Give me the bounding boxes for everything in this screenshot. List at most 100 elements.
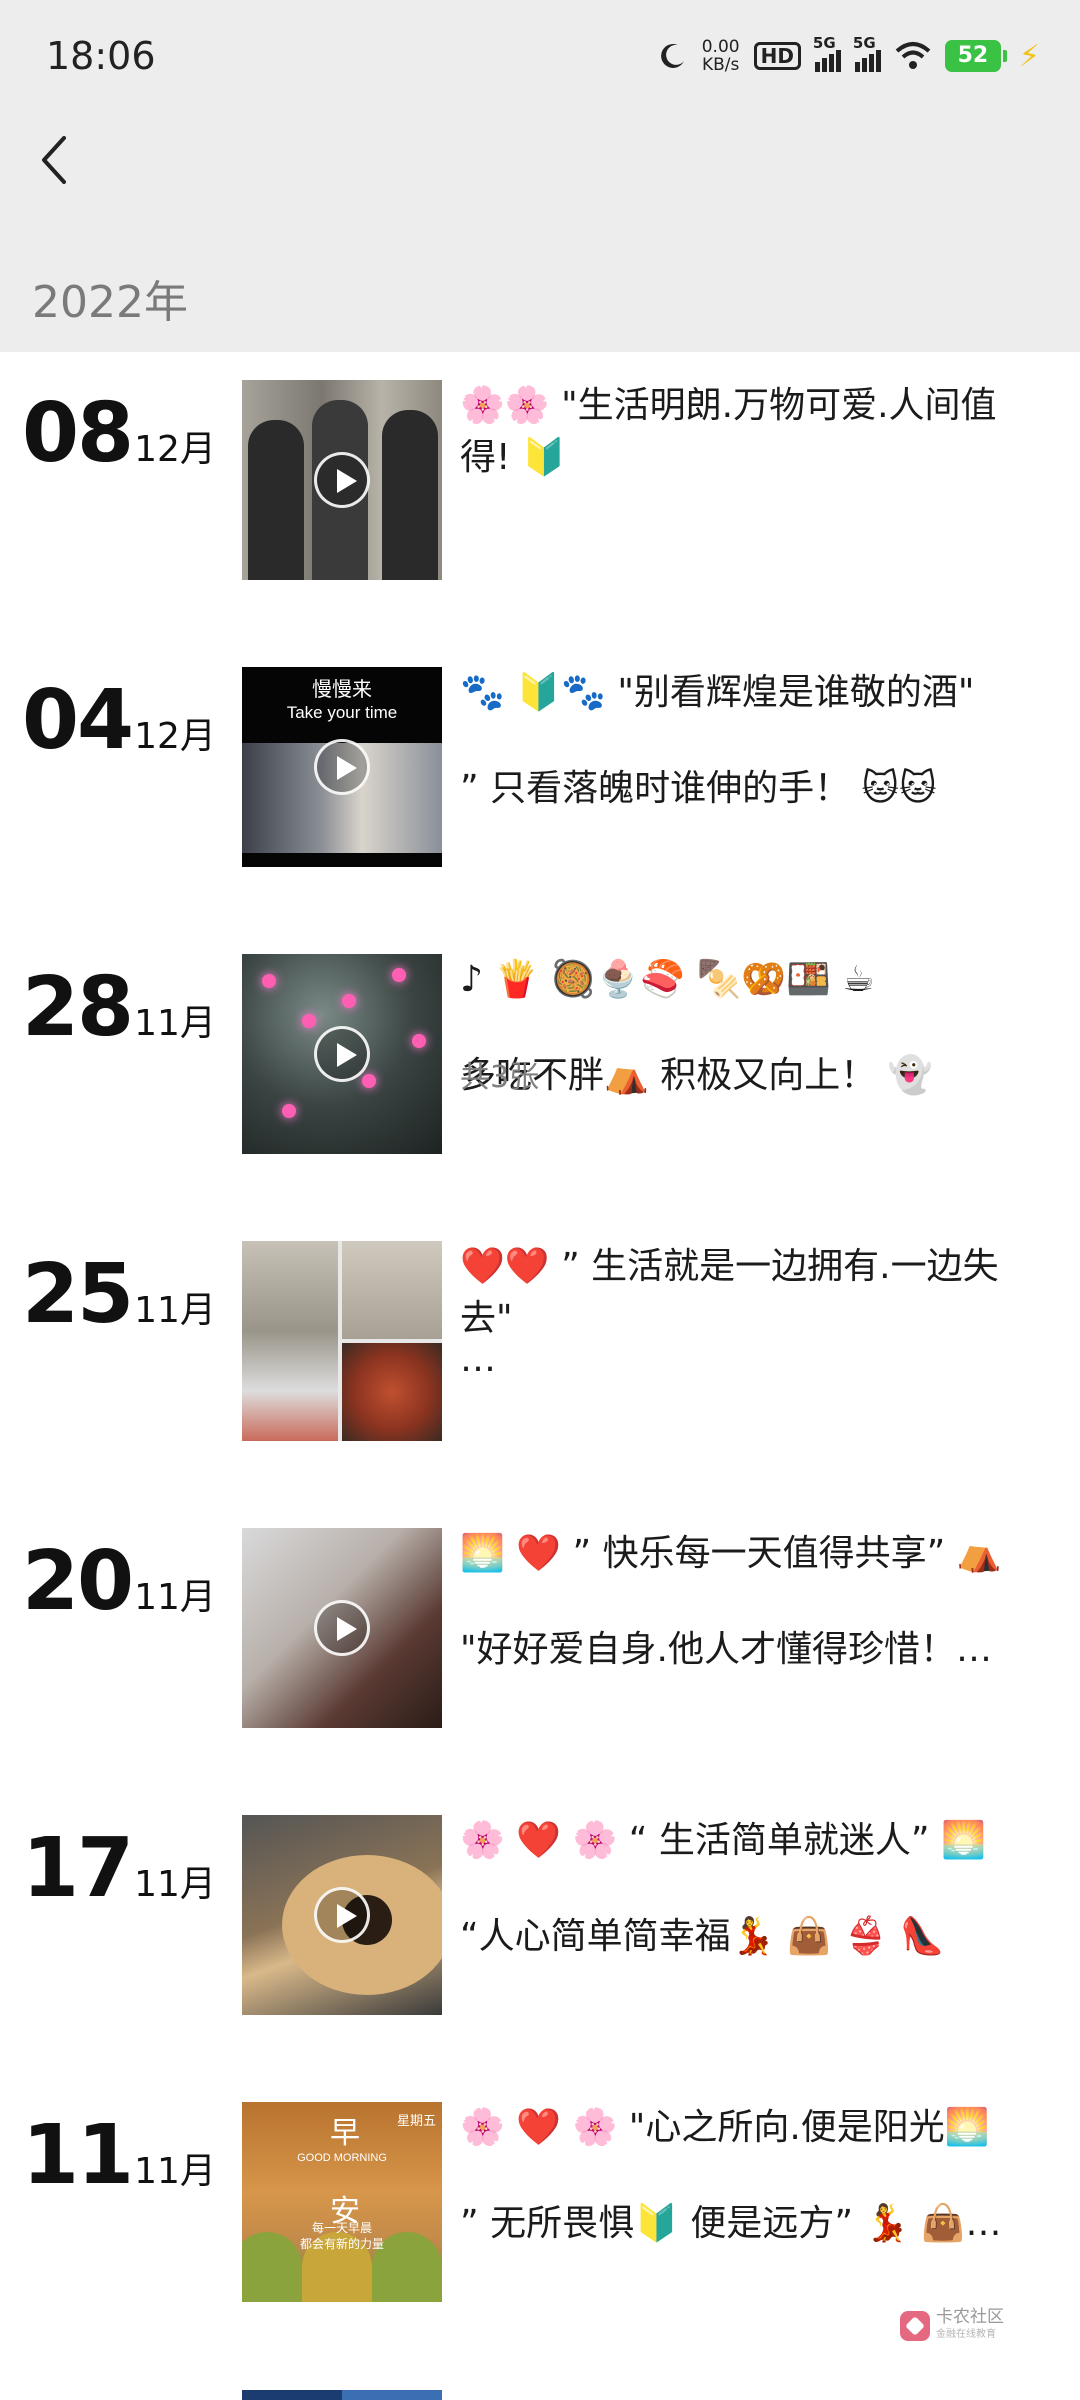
year-section-header: 2022年 (0, 228, 1080, 352)
play-icon (314, 1026, 370, 1082)
play-icon (314, 452, 370, 508)
entry-text: 🌅 ❤️ ” 快乐每一天值得共享” ⛺ "好好爱自身.他人才懂得珍惜！… (460, 1528, 1040, 1676)
battery-icon: 52 (944, 40, 1007, 72)
entry-text: 🌸🌸 "生活明朗.万物可爱.人间值 得! 🔰 (460, 380, 1040, 484)
entry-month: 11月 (134, 1864, 216, 1905)
signal-5g-icon: 5G (853, 34, 881, 72)
photo-thumbnail (342, 1343, 442, 1441)
entry-text-line: "好好爱自身.他人才懂得珍惜！… (460, 1629, 993, 1670)
list-item[interactable]: 1111月 早 GOOD MORNING 安 星期五 每一天早晨 都会有新的力量… (0, 2074, 1080, 2334)
video-thumbnail[interactable] (242, 954, 442, 1154)
hd-voice-icon: HD (753, 42, 801, 70)
thumbnail-caption: 每一天早晨 (311, 2221, 372, 2235)
status-bar: 18:06 0.00 KB/s HD 5G 5G 52 ⚡ (0, 0, 1080, 120)
entry-text-line: 🌅 ❤️ ” 快乐每一天值得共享” ⛺ (460, 1533, 1002, 1574)
entry-date: 0812月 (22, 386, 216, 481)
list-item[interactable]: 1711月 🌸 ❤️ 🌸 “ 生活简单就迷人” 🌅 “人心简单简幸福💃 👜 👙 … (0, 1787, 1080, 2047)
play-icon (314, 1600, 370, 1656)
entry-month: 11月 (134, 1577, 216, 1618)
image-thumbnail[interactable]: 早 GOOD MORNING 安 星期五 每一天早晨 都会有新的力量 (242, 2102, 442, 2302)
entry-day: 20 (22, 1534, 134, 1629)
thumbnail-caption-block: 每一天早晨 都会有新的力量 (242, 2220, 442, 2252)
clock: 18:06 (46, 34, 156, 78)
watermark-text: 卡农社区 金融在线教育 (936, 2308, 1004, 2344)
list-item[interactable]: 2511月 ❤️❤️ ” 生活就是一边拥有.一边失 去" … (0, 1213, 1080, 1473)
thumbnail-caption: 星期五 (396, 2114, 436, 2129)
entry-text: ♪ 🍟 🥘🍨🍣 🍢🥨🍱 ☕ 多吃不胖⛺ 积极又向上！ 👻 (460, 954, 1040, 1102)
list-item[interactable]: 2011月 🌅 ❤️ ” 快乐每一天值得共享” ⛺ "好好爱自身.他人才懂得珍惜… (0, 1500, 1080, 1760)
entry-text-line: ” 只看落魄时谁伸的手！ 🐱🐱 (460, 768, 937, 809)
play-icon (314, 739, 370, 795)
entry-date: 2011月 (22, 1534, 216, 1629)
image-count-label: 共3张 (460, 1060, 540, 1095)
status-icons: 0.00 KB/s HD 5G 5G 52 ⚡ (658, 34, 1040, 78)
entry-month: 11月 (134, 1003, 216, 1044)
next-entry-thumbnail[interactable] (242, 2390, 442, 2400)
back-button[interactable] (34, 130, 84, 190)
thumbnail-caption: Take your time (286, 703, 398, 722)
play-icon (314, 1887, 370, 1943)
entry-day: 25 (22, 1247, 134, 1342)
entry-text: ❤️❤️ ” 生活就是一边拥有.一边失 去" … (460, 1241, 1040, 1375)
video-thumbnail[interactable]: 慢慢来 Take your time (242, 667, 442, 867)
list-item[interactable]: 2811月 ♪ 🍟 🥘🍨🍣 🍢🥨🍱 ☕ 多吃不胖⛺ 积极又向上！ 👻 (0, 926, 1080, 1186)
thumbnail-caption: 早 (330, 2116, 360, 2151)
wifi-icon (895, 42, 931, 69)
entry-day: 28 (22, 960, 134, 1055)
entry-text-line: 🌸🌸 "生活明朗.万物可爱.人间值 (460, 385, 997, 426)
list-item[interactable]: 0812月 🌸🌸 "生活明朗.万物可爱.人间值 得! 🔰 (0, 352, 1080, 612)
top-bar: 18:06 0.00 KB/s HD 5G 5G 52 ⚡ (0, 0, 1080, 228)
entry-text-line: ” 无所畏惧🔰 便是远方” 💃 👜… (460, 2203, 1002, 2244)
watermark: 卡农社区 金融在线教育 (900, 2308, 1004, 2344)
watermark-logo-icon (900, 2311, 930, 2341)
year-label: 2022年 (32, 277, 188, 328)
charging-icon: ⚡ (1018, 38, 1040, 74)
entry-text: 🌸 ❤️ 🌸 “ 生活简单就迷人” 🌅 “人心简单简幸福💃 👜 👙 👠 (460, 1815, 1040, 1963)
net-speed: 0.00 KB/s (702, 38, 740, 74)
thumbnail-caption: 都会有新的力量 (299, 2237, 384, 2251)
entry-day: 04 (22, 673, 134, 768)
image-count: 共3张 (460, 1052, 539, 1096)
entry-text-line: 🌸 ❤️ 🌸 "心之所向.便是阳光🌅 (460, 2107, 990, 2148)
thumbnail-caption: GOOD MORNING (297, 2152, 387, 2164)
entry-text-line: 得! 🔰 (460, 437, 567, 478)
signal-label: 5G (852, 34, 876, 52)
video-thumbnail[interactable] (242, 1528, 442, 1728)
entry-month: 11月 (134, 1290, 216, 1331)
chevron-left-icon (42, 136, 66, 184)
entry-text-line: … (460, 1345, 496, 1375)
entry-day: 11 (22, 2108, 134, 2203)
photo-thumbnail (342, 1241, 442, 1339)
entry-text-line: ❤️❤️ ” 生活就是一边拥有.一边失 (460, 1246, 999, 1287)
entry-text: 🌸 ❤️ 🌸 "心之所向.便是阳光🌅 ” 无所畏惧🔰 便是远方” 💃 👜… (460, 2102, 1040, 2250)
moon-icon (660, 43, 684, 68)
entry-text-line: 🐾 🔰🐾 "别看辉煌是谁敬的酒" (460, 672, 975, 713)
signal-label: 5G (812, 34, 836, 52)
list-item[interactable]: 0412月 慢慢来 Take your time 🐾 🔰🐾 "别看辉煌是谁敬的酒… (0, 639, 1080, 899)
entry-date: 2511月 (22, 1247, 216, 1342)
entry-text-line: ♪ 🍟 🥘🍨🍣 🍢🥨🍱 ☕ (460, 959, 875, 1000)
entry-text-line: 去" (460, 1298, 513, 1339)
entry-text: 🐾 🔰🐾 "别看辉煌是谁敬的酒" ” 只看落魄时谁伸的手！ 🐱🐱 (460, 667, 1040, 815)
entry-day: 17 (22, 1821, 134, 1916)
entry-date: 0412月 (22, 673, 216, 768)
watermark-name: 卡农社区 (936, 2307, 1004, 2327)
video-thumbnail[interactable] (242, 380, 442, 580)
entry-date: 1111月 (22, 2108, 216, 2203)
entry-date: 1711月 (22, 1821, 216, 1916)
video-thumbnail[interactable] (242, 1815, 442, 2015)
net-speed-value: 0.00 (701, 37, 740, 57)
entry-month: 12月 (134, 429, 216, 470)
thumbnail-caption: 慢慢来 (312, 677, 372, 701)
entry-text-line: 🌸 ❤️ 🌸 “ 生活简单就迷人” 🌅 (460, 1820, 986, 1861)
signal-5g-icon: 5G (813, 34, 841, 72)
entry-date: 2811月 (22, 960, 216, 1055)
entry-month: 12月 (134, 716, 216, 757)
photo-thumbnail (242, 1241, 338, 1441)
entry-text-line: 多吃不胖⛺ 积极又向上！ 👻 (460, 1055, 933, 1096)
net-speed-unit: KB/s (701, 55, 740, 75)
image-thumbnail-grid[interactable] (242, 1241, 442, 1441)
entry-day: 08 (22, 386, 134, 481)
entry-text-line: “人心简单简幸福💃 👜 👙 👠 (460, 1916, 945, 1957)
entry-month: 11月 (134, 2151, 216, 2192)
